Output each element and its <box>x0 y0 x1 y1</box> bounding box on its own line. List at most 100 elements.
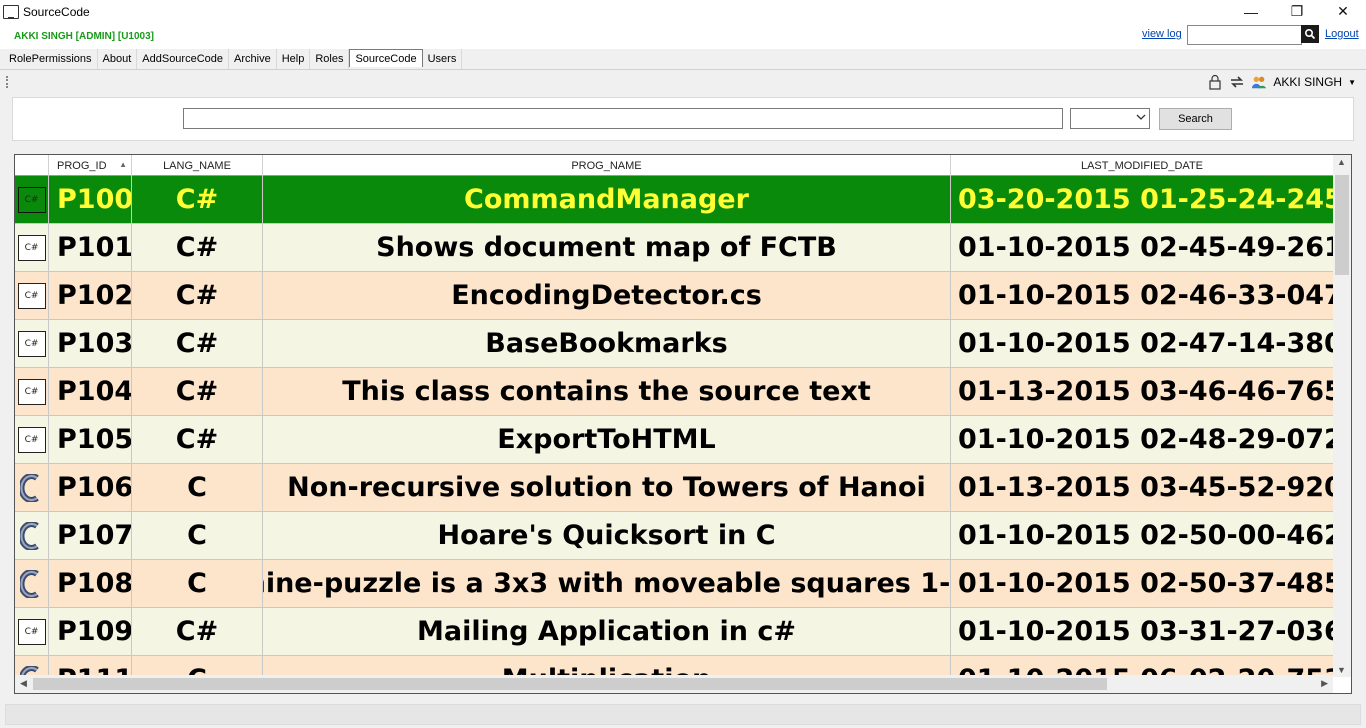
table-row[interactable]: C# P105 C# ExportToHTML 01-10-2015 02-48-29-… <box>15 416 1333 464</box>
last-modified-cell[interactable]: 01-13-2015 03-45-52-9203 AM <box>951 464 1333 511</box>
last-modified-cell[interactable]: 01-13-2015 03-46-46-7652 AM <box>951 368 1333 415</box>
prog-name-cell[interactable]: Shows document map of FCTB <box>263 224 951 271</box>
lang-name-cell[interactable]: C <box>132 464 263 511</box>
row-icon-cell[interactable] <box>15 464 49 511</box>
logout-link[interactable]: Logout <box>1325 28 1359 40</box>
lang-name-cell[interactable]: C# <box>132 416 263 463</box>
row-icon-cell[interactable] <box>15 512 49 559</box>
prog-id-cell[interactable]: P104 <box>49 368 132 415</box>
tab-rolepermissions[interactable]: RolePermissions <box>4 49 98 69</box>
row-icon-cell[interactable]: C# <box>15 176 49 223</box>
prog-name-cell[interactable]: BaseBookmarks <box>263 320 951 367</box>
lang-name-cell[interactable]: C <box>132 512 263 559</box>
table-row[interactable]: P107 C Hoare's Quicksort in C 01-10-2015 02… <box>15 512 1333 560</box>
minimize-button[interactable]: — <box>1228 0 1274 23</box>
filter-combo[interactable] <box>1070 108 1150 129</box>
quick-search-button[interactable] <box>1301 25 1319 43</box>
header-last-modified[interactable]: LAST_MODIFIED_DATE <box>951 155 1333 176</box>
header-prog-name[interactable]: PROG_NAME <box>263 155 951 176</box>
prog-id-cell[interactable]: P100 <box>49 176 132 223</box>
prog-id-cell[interactable]: P105 <box>49 416 132 463</box>
table-row[interactable]: C# P104 C# This class contains the source t… <box>15 368 1333 416</box>
last-modified-cell[interactable]: 03-20-2015 01-25-24-2452 AM <box>951 176 1333 223</box>
table-row[interactable]: C# P100 C# CommandManager 03-20-2015 01-25-2… <box>15 176 1333 224</box>
lang-name-cell[interactable]: C# <box>132 608 263 655</box>
refresh-icon[interactable] <box>1229 74 1245 90</box>
vertical-scrollbar[interactable]: ▲ ▼ <box>1333 155 1351 677</box>
horizontal-scroll-thumb[interactable] <box>33 678 1107 690</box>
table-row[interactable]: C# P103 C# BaseBookmarks 01-10-2015 02-47-14… <box>15 320 1333 368</box>
table-row[interactable]: C# P109 C# Mailing Application in c# 01-10-2… <box>15 608 1333 656</box>
lang-name-cell[interactable]: C# <box>132 320 263 367</box>
row-icon-cell[interactable]: C# <box>15 224 49 271</box>
header-lang-name[interactable]: LANG_NAME <box>132 155 263 176</box>
row-icon-cell[interactable]: C# <box>15 320 49 367</box>
toolbar: AKKI SINGH ▼ <box>0 70 1366 96</box>
header-prog-id[interactable]: PROG_ID ▲ <box>49 155 132 176</box>
lang-name-cell[interactable]: C# <box>132 176 263 223</box>
scroll-up-icon[interactable]: ▲ <box>1337 157 1346 167</box>
quick-search-input[interactable] <box>1187 25 1302 45</box>
close-button[interactable]: ✕ <box>1320 0 1366 23</box>
table-row[interactable]: P106 C Non-recursive solution to Towers of… <box>15 464 1333 512</box>
row-icon-cell[interactable]: C# <box>15 416 49 463</box>
tab-strip: RolePermissions About AddSourceCode Arch… <box>0 49 1366 70</box>
horizontal-scrollbar[interactable]: ◀ ▶ <box>15 675 1333 693</box>
source-code-grid[interactable]: PROG_ID ▲ LANG_NAME PROG_NAME LAST_MODIF… <box>14 154 1352 694</box>
lang-name-cell[interactable]: C <box>132 560 263 607</box>
lang-name-cell[interactable]: C# <box>132 224 263 271</box>
prog-name-cell[interactable]: Mailing Application in c# <box>263 608 951 655</box>
last-modified-cell[interactable]: 01-10-2015 02-48-29-0720 AM <box>951 416 1333 463</box>
tab-users[interactable]: Users <box>423 49 463 69</box>
search-button[interactable]: Search <box>1159 108 1232 130</box>
toolbar-grip[interactable] <box>6 76 8 88</box>
lock-icon[interactable] <box>1207 74 1223 90</box>
prog-name-cell[interactable]: CommandManager <box>263 176 951 223</box>
scroll-down-icon[interactable]: ▼ <box>1337 665 1346 675</box>
table-row[interactable]: C# P102 C# EncodingDetector.cs 01-10-2015 02… <box>15 272 1333 320</box>
prog-id-cell[interactable]: P102 <box>49 272 132 319</box>
tab-about[interactable]: About <box>98 49 138 69</box>
prog-name-cell[interactable]: Hoare's Quicksort in C <box>263 512 951 559</box>
prog-id-cell[interactable]: P101 <box>49 224 132 271</box>
row-icon-cell[interactable]: C# <box>15 272 49 319</box>
lang-name-cell[interactable]: C# <box>132 368 263 415</box>
view-log-link[interactable]: view log <box>1142 28 1182 40</box>
tab-roles[interactable]: Roles <box>310 49 350 69</box>
prog-name-cell[interactable]: A nine-puzzle is a 3x3 with moveable squ… <box>263 560 951 607</box>
last-modified-cell[interactable]: 01-10-2015 02-50-37-4854 AM <box>951 560 1333 607</box>
prog-id-cell[interactable]: P108 <box>49 560 132 607</box>
scroll-left-icon[interactable]: ◀ <box>20 678 27 689</box>
vertical-scroll-thumb[interactable] <box>1335 175 1349 275</box>
prog-id-cell[interactable]: P103 <box>49 320 132 367</box>
search-input[interactable] <box>183 108 1063 129</box>
tab-sourcecode[interactable]: SourceCode <box>349 49 423 67</box>
prog-name-cell[interactable]: Non-recursive solution to Towers of Hano… <box>263 464 951 511</box>
last-modified-cell[interactable]: 01-10-2015 02-50-00-4629 AM <box>951 512 1333 559</box>
tab-help[interactable]: Help <box>277 49 311 69</box>
prog-name-cell[interactable]: This class contains the source text <box>263 368 951 415</box>
row-icon-cell[interactable] <box>15 560 49 607</box>
row-icon-cell[interactable]: C# <box>15 368 49 415</box>
header-icon[interactable] <box>15 155 49 176</box>
prog-name-cell[interactable]: EncodingDetector.cs <box>263 272 951 319</box>
tab-archive[interactable]: Archive <box>229 49 277 69</box>
user-menu-label[interactable]: AKKI SINGH <box>1273 75 1342 89</box>
prog-id-cell[interactable]: P109 <box>49 608 132 655</box>
last-modified-cell[interactable]: 01-10-2015 03-31-27-0361 AM <box>951 608 1333 655</box>
last-modified-cell[interactable]: 01-10-2015 02-47-14-3806 AM <box>951 320 1333 367</box>
row-icon-cell[interactable]: C# <box>15 608 49 655</box>
last-modified-cell[interactable]: 01-10-2015 02-46-33-0472 AM <box>951 272 1333 319</box>
dropdown-arrow-icon[interactable]: ▼ <box>1348 78 1356 87</box>
table-row[interactable]: P108CA nine-puzzle is a 3x3 with moveabl… <box>15 560 1333 608</box>
last-modified-cell[interactable]: 01-10-2015 02-45-49-2611 AM <box>951 224 1333 271</box>
c-file-icon <box>19 569 45 599</box>
lang-name-cell[interactable]: C# <box>132 272 263 319</box>
restore-button[interactable]: ❐ <box>1274 0 1320 23</box>
table-row[interactable]: C# P101 C# Shows document map of FCTB 01-10-… <box>15 224 1333 272</box>
scroll-right-icon[interactable]: ▶ <box>1321 678 1328 689</box>
prog-id-cell[interactable]: P106 <box>49 464 132 511</box>
prog-id-cell[interactable]: P107 <box>49 512 132 559</box>
tab-addsourcecode[interactable]: AddSourceCode <box>137 49 230 69</box>
prog-name-cell[interactable]: ExportToHTML <box>263 416 951 463</box>
